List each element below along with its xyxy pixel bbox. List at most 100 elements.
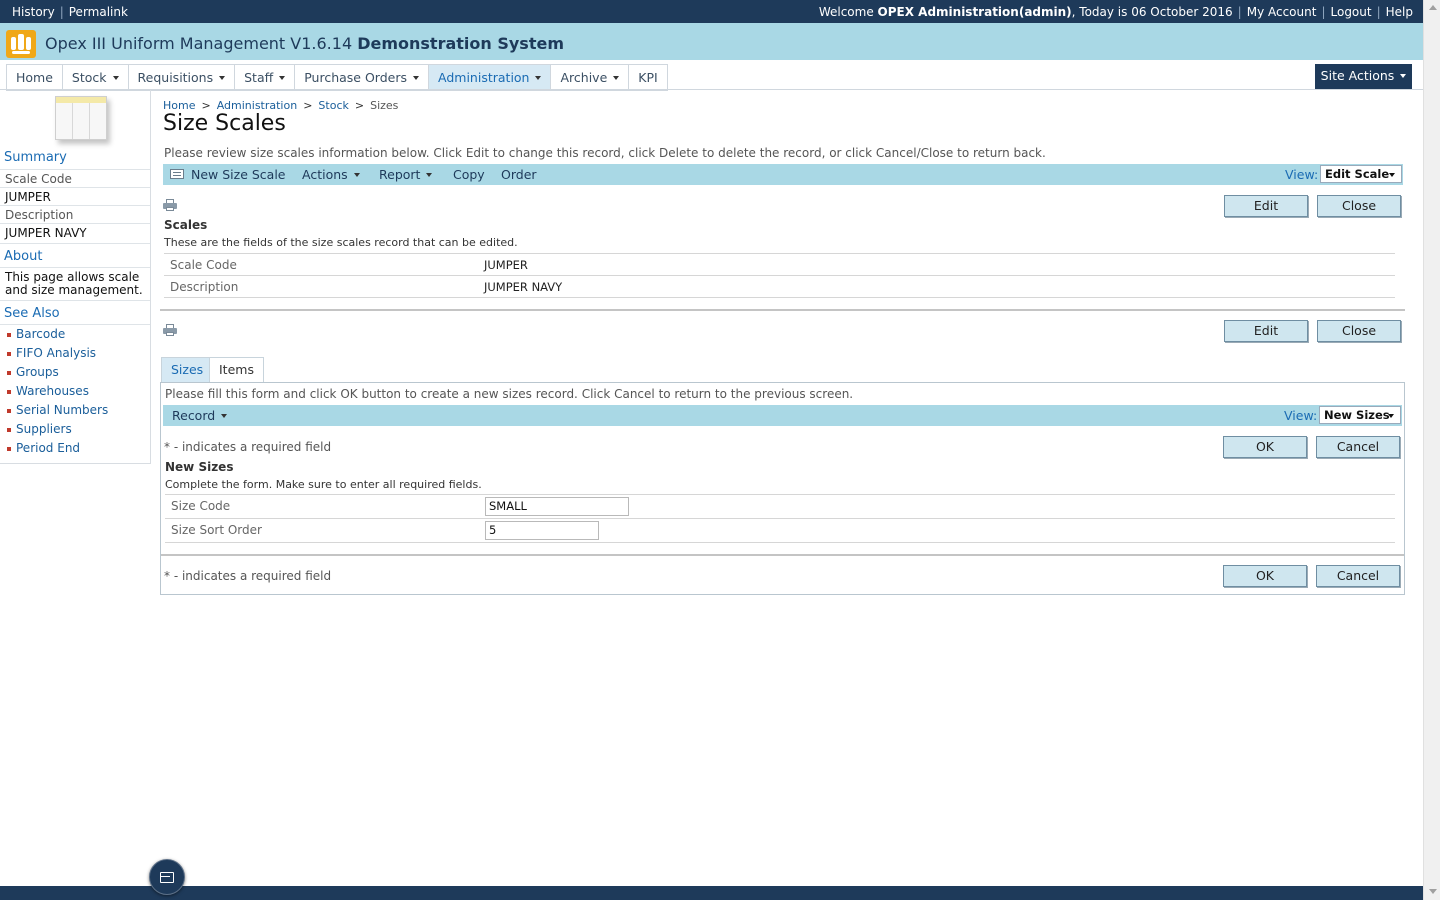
- actions-menu[interactable]: Actions: [302, 167, 360, 182]
- scales-section-description: These are the fields of the size scales …: [164, 236, 518, 249]
- page-image: [55, 96, 107, 140]
- mail-icon[interactable]: [149, 859, 185, 895]
- nav-kpi[interactable]: KPI: [629, 65, 668, 90]
- description-value: JUMPER NAVY: [484, 280, 563, 294]
- divider: [165, 494, 1395, 495]
- sizes-view-select[interactable]: New Sizes: [1319, 406, 1401, 424]
- scale-code-label: Scale Code: [170, 258, 237, 272]
- section-divider: [161, 554, 1404, 556]
- separator: |: [1321, 5, 1326, 19]
- see-also-groups-link[interactable]: Groups: [16, 365, 59, 379]
- main-nav: Home Stock Requisitions Staff Purchase O…: [6, 64, 668, 91]
- sizes-instructions: Please fill this form and click OK butto…: [165, 387, 854, 401]
- record-menu[interactable]: Record: [172, 408, 228, 423]
- tab-sizes[interactable]: Sizes: [161, 357, 214, 382]
- chevron-down-icon: [1400, 74, 1407, 78]
- view-select[interactable]: Edit Scale: [1320, 165, 1402, 183]
- vertical-scrollbar[interactable]: [1423, 0, 1440, 900]
- see-also-suppliers-link[interactable]: Suppliers: [16, 422, 72, 436]
- view-label: View:: [1285, 167, 1319, 182]
- close-button[interactable]: Close: [1317, 195, 1401, 217]
- divider: [0, 243, 150, 244]
- breadcrumb-current: Sizes: [370, 99, 399, 112]
- chevron-down-icon: [1388, 414, 1394, 418]
- nav-purchase-orders[interactable]: Purchase Orders: [295, 65, 430, 90]
- divider: [164, 253, 1395, 254]
- see-also-serial-numbers-link[interactable]: Serial Numbers: [16, 403, 108, 417]
- footer-bar: [0, 886, 1423, 900]
- divider: [165, 542, 1395, 543]
- nav-stock-label: Stock: [71, 70, 107, 85]
- nav-archive[interactable]: Archive: [551, 65, 630, 90]
- bullet-icon: [7, 409, 11, 413]
- required-note-bottom: * - indicates a required field: [164, 569, 332, 583]
- copy-button[interactable]: Copy: [453, 167, 485, 182]
- record-menu-label: Record: [172, 408, 216, 423]
- scales-section-title: Scales: [164, 218, 208, 232]
- chevron-down-icon: [221, 414, 228, 418]
- scroll-up-icon[interactable]: [1429, 5, 1437, 10]
- see-also-period-end-link[interactable]: Period End: [16, 441, 80, 455]
- app-title: Opex III Uniform Management V1.6.14 Demo…: [45, 34, 564, 53]
- history-link[interactable]: History: [12, 5, 55, 19]
- nav-divider: [0, 89, 1423, 90]
- cancel-button[interactable]: Cancel: [1316, 436, 1400, 458]
- new-sizes-title: New Sizes: [165, 460, 234, 474]
- nav-staff-label: Staff: [244, 70, 274, 85]
- permalink-link[interactable]: Permalink: [69, 5, 128, 19]
- my-account-link[interactable]: My Account: [1247, 5, 1317, 19]
- cancel-button-bottom[interactable]: Cancel: [1316, 565, 1400, 587]
- summary-scale-code-label: Scale Code: [5, 172, 72, 186]
- scroll-down-icon[interactable]: [1429, 889, 1437, 894]
- separator: |: [59, 5, 64, 19]
- tab-items[interactable]: Items: [209, 357, 264, 382]
- close-button-bottom[interactable]: Close: [1317, 320, 1401, 342]
- sizes-view-select-value: New Sizes: [1324, 408, 1390, 422]
- chevron-down-icon: [426, 173, 433, 177]
- breadcrumb-separator: >: [354, 99, 365, 112]
- summary-description-value: JUMPER NAVY: [5, 226, 87, 240]
- review-instructions: Please review size scales information be…: [164, 146, 1046, 160]
- nav-requisitions[interactable]: Requisitions: [129, 65, 236, 90]
- print-icon[interactable]: [163, 199, 177, 211]
- ok-button[interactable]: OK: [1223, 436, 1307, 458]
- nav-staff[interactable]: Staff: [235, 65, 296, 90]
- divider: [164, 275, 1395, 276]
- page-title: Size Scales: [163, 111, 286, 136]
- site-actions-label: Site Actions: [1320, 68, 1395, 83]
- see-also-barcode-link[interactable]: Barcode: [16, 327, 65, 341]
- see-also-fifo-analysis-link[interactable]: FIFO Analysis: [16, 346, 96, 360]
- divider: [0, 300, 150, 301]
- logout-link[interactable]: Logout: [1331, 5, 1372, 19]
- print-icon[interactable]: [163, 324, 177, 336]
- description-label: Description: [170, 280, 239, 294]
- site-actions-button[interactable]: Site Actions: [1315, 64, 1412, 89]
- edit-button[interactable]: Edit: [1224, 195, 1308, 217]
- bullet-icon: [7, 333, 11, 337]
- left-sidebar: Summary Scale Code JUMPER Description JU…: [0, 90, 151, 464]
- report-menu[interactable]: Report: [379, 167, 433, 182]
- new-size-scale-button[interactable]: New Size Scale: [191, 167, 286, 182]
- divider: [0, 169, 150, 170]
- nav-administration[interactable]: Administration: [429, 65, 552, 90]
- size-code-input[interactable]: SMALL: [485, 497, 629, 516]
- see-also-heading: See Also: [4, 306, 60, 321]
- report-menu-label: Report: [379, 167, 421, 182]
- app-logo-icon[interactable]: [6, 30, 36, 58]
- nav-home[interactable]: Home: [7, 65, 63, 90]
- order-button[interactable]: Order: [501, 167, 537, 182]
- edit-button-bottom[interactable]: Edit: [1224, 320, 1308, 342]
- nav-stock[interactable]: Stock: [63, 65, 129, 90]
- divider: [0, 205, 150, 206]
- required-note: * - indicates a required field: [164, 440, 332, 454]
- size-sort-order-input[interactable]: 5: [485, 521, 599, 540]
- ok-button-bottom[interactable]: OK: [1223, 565, 1307, 587]
- nav-home-label: Home: [16, 70, 53, 85]
- help-link[interactable]: Help: [1386, 5, 1413, 19]
- scale-code-value: JUMPER: [484, 258, 528, 272]
- nav-requisitions-label: Requisitions: [137, 70, 214, 85]
- size-sort-order-label: Size Sort Order: [171, 523, 262, 537]
- see-also-warehouses-link[interactable]: Warehouses: [16, 384, 89, 398]
- divider: [0, 324, 150, 325]
- breadcrumb-stock[interactable]: Stock: [318, 99, 348, 112]
